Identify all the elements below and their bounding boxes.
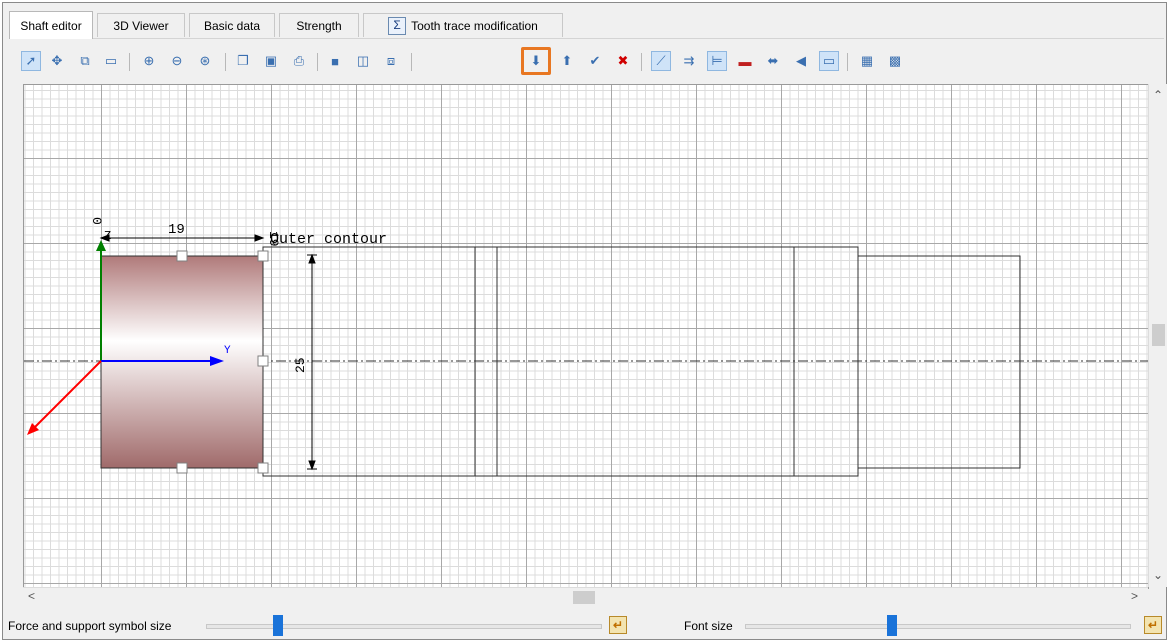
font-size-label: Font size: [684, 619, 733, 633]
y-axis-label: Y: [224, 345, 231, 357]
tab-3d-viewer[interactable]: 3D Viewer: [97, 13, 185, 37]
cone-icon[interactable]: ◀: [791, 51, 811, 71]
tab-label: Basic data: [203, 18, 261, 33]
scroll-down-icon[interactable]: ⌄: [1153, 568, 1163, 582]
shaft-editor-window: Shaft editor 3D Viewer Basic data Streng…: [2, 2, 1167, 640]
shaft-drawing: 25 19 19 0 Z Outer contour Y: [24, 217, 1148, 477]
outer-contour-label: Outer contour: [270, 231, 387, 248]
bore-icon[interactable]: ▬: [735, 51, 755, 71]
apply-force-size-button[interactable]: ↵: [609, 616, 627, 634]
vertical-scrollbar[interactable]: ⌃ ⌄: [1148, 84, 1167, 587]
force-size-label: Force and support symbol size: [8, 619, 172, 633]
tab-bar: Shaft editor 3D Viewer Basic data Streng…: [9, 11, 1164, 39]
tab-label: Strength: [296, 18, 342, 33]
drawing-canvas[interactable]: 25 19 19 0 Z Outer contour Y: [23, 84, 1149, 589]
font-size-slider-thumb[interactable]: [887, 615, 897, 636]
horizontal-scroll-thumb[interactable]: [573, 591, 595, 604]
insert-element-above-icon[interactable]: ⬆: [557, 51, 577, 71]
mirror-icon[interactable]: ◫: [353, 51, 373, 71]
chamfer-icon[interactable]: ⟋: [651, 51, 671, 71]
tab-label: 3D Viewer: [113, 18, 169, 33]
force-size-slider[interactable]: [206, 615, 602, 636]
rectangle-icon[interactable]: ■: [325, 51, 345, 71]
save-icon[interactable]: ▣: [261, 51, 281, 71]
origin-label: 0: [89, 217, 104, 225]
groove-icon[interactable]: ⇉: [679, 51, 699, 71]
tab-label: Shaft editor: [20, 18, 82, 33]
measure-icon[interactable]: ▭: [101, 51, 121, 71]
zoom-in-icon[interactable]: ⊕: [139, 51, 159, 71]
tab-label: Tooth trace modification: [411, 18, 538, 33]
force-size-slider-thumb[interactable]: [273, 615, 283, 636]
mirror-copy-icon[interactable]: ⧈: [381, 51, 401, 71]
copy-icon[interactable]: ❐: [233, 51, 253, 71]
horizontal-scrollbar[interactable]: < >: [23, 587, 1148, 606]
toolbar: ➚ ✥ ⧉ ▭ ⊕ ⊖ ⊛ ❐ ▣ ⎙ ■ ◫ ⧈ ⬇ ⬆ ✔ ✖ ⟋ ⇉ ⊨ …: [19, 47, 1119, 79]
toolbar-separator: [847, 53, 848, 71]
tab-shaft-editor[interactable]: Shaft editor: [9, 11, 93, 39]
toolbar-separator: [641, 53, 642, 71]
properties-table-icon[interactable]: ▩: [885, 51, 905, 71]
zoom-window-icon[interactable]: ⧉: [75, 51, 95, 71]
dim-length-label: 19: [168, 222, 185, 238]
insert-element-below-icon[interactable]: ⬇: [521, 47, 551, 75]
zoom-out-icon[interactable]: ⊖: [167, 51, 187, 71]
z-axis-label: Z: [104, 229, 111, 243]
delete-element-icon[interactable]: ✖: [613, 51, 633, 71]
toolbar-separator: [411, 53, 412, 71]
shoulder-icon[interactable]: ⊨: [707, 51, 727, 71]
sigma-icon: Σ: [388, 16, 407, 35]
toolbar-separator: [129, 53, 130, 71]
select-pointer-icon[interactable]: ➚: [21, 51, 41, 71]
vertical-scroll-thumb[interactable]: [1152, 324, 1165, 346]
diameter-dimension: [307, 253, 317, 471]
scroll-left-icon[interactable]: <: [28, 589, 35, 603]
cylinder-icon[interactable]: ▭: [819, 51, 839, 71]
toolbar-separator: [225, 53, 226, 71]
confirm-element-icon[interactable]: ✔: [585, 51, 605, 71]
zoom-fit-icon[interactable]: ⊛: [195, 51, 215, 71]
scroll-right-icon[interactable]: >: [1131, 589, 1138, 603]
dim-diameter-label: 25: [293, 357, 308, 373]
print-icon[interactable]: ⎙: [289, 51, 309, 71]
scroll-up-icon[interactable]: ⌃: [1153, 88, 1163, 102]
tab-basic-data[interactable]: Basic data: [189, 13, 275, 37]
tab-strength[interactable]: Strength: [279, 13, 359, 37]
pan-icon[interactable]: ✥: [47, 51, 67, 71]
toolbar-separator: [317, 53, 318, 71]
apply-font-size-button[interactable]: ↵: [1144, 616, 1162, 634]
table-icon[interactable]: ▦: [857, 51, 877, 71]
length-arrow-icon[interactable]: ⬌: [763, 51, 783, 71]
bottom-controls: Force and support symbol size ↵ Font siz…: [0, 612, 1169, 638]
x-axis-line: [31, 360, 102, 431]
tab-tooth-trace-modification[interactable]: Σ Tooth trace modification: [363, 13, 563, 37]
font-size-slider[interactable]: [745, 615, 1131, 636]
